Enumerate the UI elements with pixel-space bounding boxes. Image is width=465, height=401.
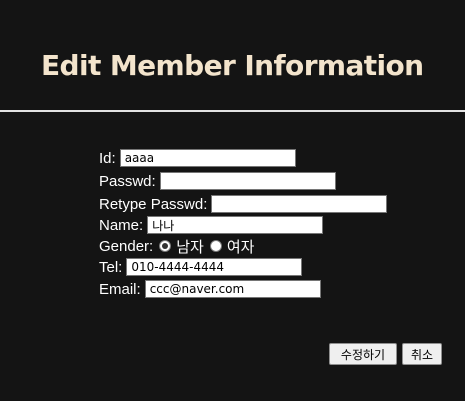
gender-row: Gender: 남자 여자 <box>99 236 254 256</box>
passwd-input[interactable] <box>159 172 336 190</box>
tel-label: Tel: <box>99 258 123 276</box>
email-row: Email: <box>99 279 321 299</box>
gender-female-radio[interactable] <box>209 240 222 252</box>
email-input[interactable] <box>144 280 321 298</box>
retype-passwd-row: Retype Passwd: <box>99 194 388 214</box>
retype-passwd-input[interactable] <box>211 195 388 213</box>
email-label: Email: <box>99 280 141 298</box>
passwd-label: Passwd: <box>99 172 156 190</box>
submit-button[interactable]: 수정하기 <box>329 343 397 365</box>
passwd-row: Passwd: <box>99 171 336 191</box>
retype-passwd-label: Retype Passwd: <box>99 195 208 213</box>
cancel-button[interactable]: 취소 <box>402 343 442 365</box>
tel-row: Tel: <box>99 257 303 277</box>
tel-input[interactable] <box>126 258 303 276</box>
id-input[interactable] <box>119 149 296 167</box>
name-row: Name: <box>99 215 324 235</box>
gender-male-label: 남자 <box>176 237 204 256</box>
name-label: Name: <box>99 216 144 234</box>
gender-female-label: 여자 <box>226 237 255 256</box>
id-row: Id: <box>99 148 296 168</box>
id-label: Id: <box>99 149 116 167</box>
page-title: Edit Member Information <box>41 49 424 82</box>
gender-male-radio[interactable] <box>159 240 172 252</box>
divider <box>0 110 465 112</box>
name-input[interactable] <box>147 216 324 234</box>
gender-label: Gender: <box>99 237 154 255</box>
